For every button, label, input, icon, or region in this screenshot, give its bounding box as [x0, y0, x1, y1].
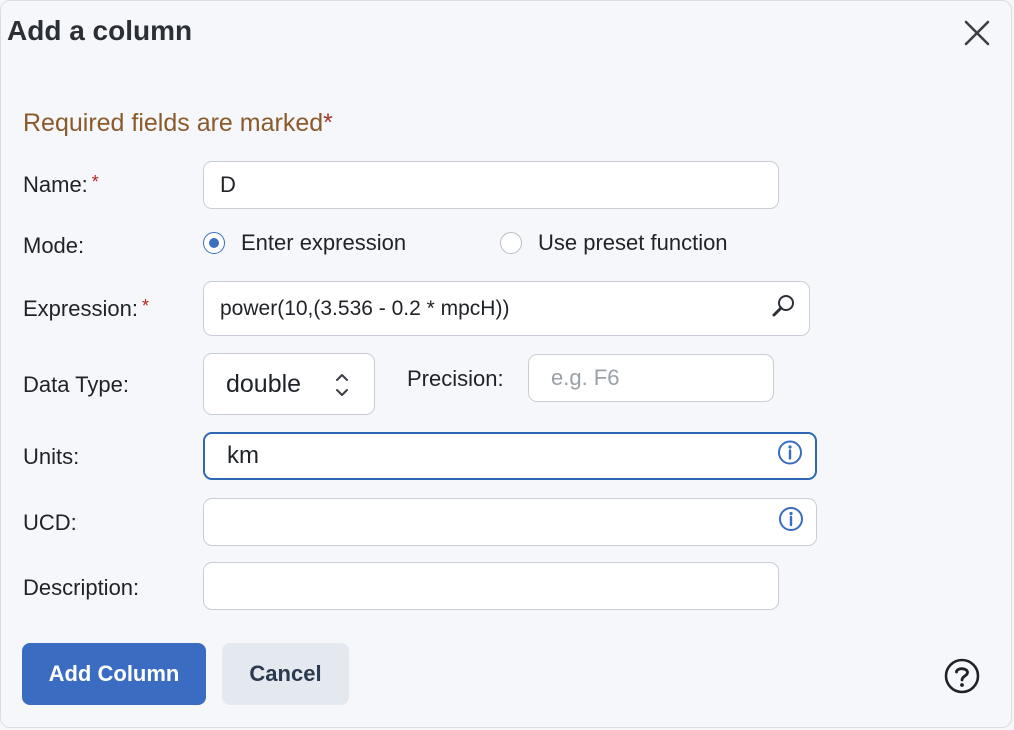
dialog-title: Add a column [7, 15, 193, 46]
expression-required-star: * [141, 296, 149, 316]
data-type-value: double [226, 369, 302, 398]
precision-label: Precision: [407, 366, 504, 391]
units-input[interactable]: km [203, 432, 817, 480]
required-fields-note: Required fields are marked* [23, 109, 333, 138]
expression-label-text: Expression: [23, 296, 138, 321]
help-icon[interactable] [943, 657, 981, 695]
close-icon[interactable] [959, 15, 995, 51]
units-input-value: km [227, 442, 259, 469]
expression-label: Expression: * [23, 296, 149, 322]
add-column-dialog: Add a column Required fields are marked*… [0, 0, 1012, 728]
ucd-input[interactable] [203, 498, 817, 546]
chevron-up-down-icon [334, 370, 350, 407]
description-input[interactable] [203, 562, 779, 610]
mode-option-preset[interactable]: Use preset function [500, 230, 728, 256]
info-icon[interactable] [777, 440, 803, 473]
ucd-label: UCD: [23, 510, 77, 535]
radio-preset-label: Use preset function [538, 230, 728, 255]
info-icon[interactable] [778, 506, 804, 538]
precision-input[interactable]: e.g. F6 [528, 354, 774, 402]
precision-placeholder: e.g. F6 [551, 365, 620, 390]
units-label: Units: [23, 444, 80, 469]
mode-option-expression[interactable]: Enter expression [203, 230, 406, 256]
data-type-label: Data Type: [23, 372, 129, 397]
radio-expression[interactable] [203, 232, 225, 254]
add-column-button[interactable]: Add Column [22, 643, 206, 705]
name-label-text: Name: [23, 172, 88, 197]
name-label: Name: * [23, 172, 99, 198]
radio-preset[interactable] [500, 232, 522, 254]
search-icon[interactable] [771, 293, 797, 325]
required-note-text: Required fields are marked [23, 109, 324, 137]
cancel-button[interactable]: Cancel [222, 643, 349, 705]
expression-input[interactable]: power(10,(3.536 - 0.2 * mpcH)) [203, 281, 810, 336]
expression-input-value: power(10,(3.536 - 0.2 * mpcH)) [220, 296, 510, 320]
name-input-value: D [220, 172, 236, 197]
data-type-select[interactable]: double [203, 353, 375, 415]
required-marker: * [323, 109, 333, 137]
mode-label: Mode: [23, 233, 85, 258]
description-label: Description: [23, 575, 140, 600]
name-input[interactable]: D [203, 161, 779, 209]
radio-expression-label: Enter expression [241, 230, 407, 255]
name-required-star: * [91, 172, 99, 192]
